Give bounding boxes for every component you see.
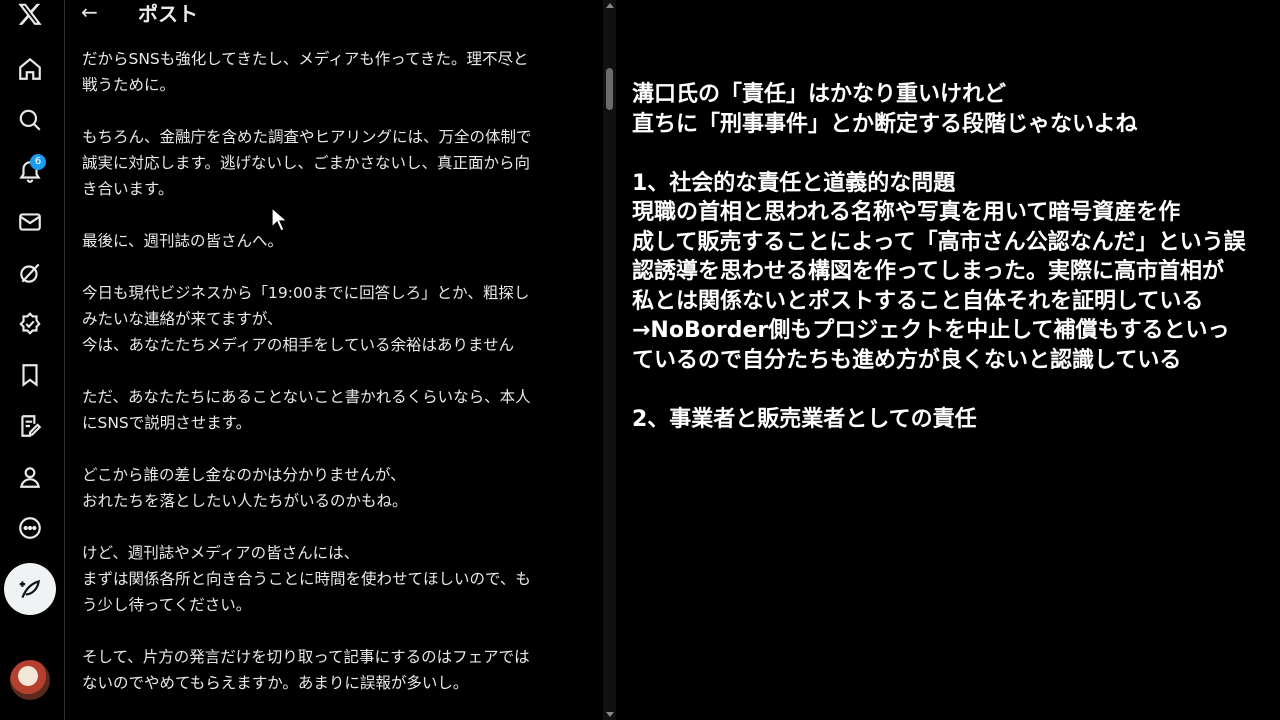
- messages-icon[interactable]: [14, 206, 46, 238]
- notification-badge: 6: [30, 154, 46, 170]
- post-line: みたいな連絡が来てますが、: [82, 310, 283, 328]
- post-line: 最後に、週刊誌の皆さんへ。: [82, 232, 284, 250]
- verified-icon[interactable]: [14, 308, 46, 340]
- post-paragraph: 最後に、週刊誌の皆さんへ。: [82, 228, 592, 254]
- note-line: 溝口氏の「責任」はかなり重いけれど: [632, 82, 1007, 107]
- post-paragraph: ただ、あなたたちにあることないこと書かれるくらいなら、本人 にSNSで説明させます…: [82, 384, 592, 436]
- note-line: 認誘導を思わせる構図を作ってしまった。実際に高市首相が: [632, 259, 1225, 284]
- post-text: だからSNSも強化してきたし、メディアも作ってきた。理不尽と 戦うために。もちろん…: [82, 46, 592, 720]
- post-line: もちろん、金融庁を含めた調査やヒアリングには、万全の体制で: [82, 128, 532, 146]
- post-line: にSNSで説明させます。: [82, 414, 252, 432]
- post-paragraph: 今日も現代ビジネスから「19:00までに回答しろ」とか、粗探し みたいな連絡が来て…: [82, 280, 592, 358]
- sidebar-nav: 6: [0, 0, 65, 720]
- scrollbar-thumb[interactable]: [606, 68, 613, 110]
- post-paragraph: もちろん、金融庁を含めた調査やヒアリングには、万全の体制で 誠実に対応します。逃げ…: [82, 124, 592, 202]
- post-header: ← ポスト: [65, 0, 603, 30]
- post-line: 今は、あなたたちメディアの相手をしている余裕はありません: [82, 336, 514, 354]
- post-line: そして、片方の発言だけを切り取って記事にするのはフェアでは: [82, 648, 530, 666]
- note-line: 現職の首相と思われる名称や写真を用いて暗号資産を作: [632, 200, 1181, 225]
- profile-icon[interactable]: [14, 461, 46, 493]
- post-paragraph: だからSNSも強化してきたし、メディアも作ってきた。理不尽と 戦うために。: [82, 46, 592, 98]
- post-line: まずは関係各所と向き合うことに時間を使わせてほしいので、も: [82, 570, 531, 588]
- post-line: 誠実に対応します。逃げないし、ごまかさないし、真正面から向: [82, 154, 530, 172]
- scroll-down-arrow-icon[interactable]: [606, 712, 614, 717]
- post-line: だからSNSも強化してきたし、メディアも作ってきた。理不尽と: [82, 50, 529, 68]
- note-line: ているので自分たちも進め方が良くないと認識している: [632, 347, 1182, 373]
- post-paragraph: どこから誰の差し金なのかは分かりませんが、 おれたちを落としたい人たちがいるのかも…: [82, 462, 592, 514]
- post-line: き合います。: [82, 180, 174, 198]
- post-line: う少し待ってください。: [82, 596, 252, 614]
- bookmarks-icon[interactable]: [14, 359, 46, 391]
- back-arrow-icon[interactable]: ←: [81, 0, 98, 24]
- note-line: 2、事業者と販売業者としての責任: [632, 406, 977, 432]
- note-line: 成して販売することによって「高市さん公認なんだ」という誤: [632, 229, 1246, 255]
- post-line: 今日も現代ビジネスから「19:00までに回答しろ」とか、粗探し: [82, 284, 530, 302]
- post-line: 戦うために。: [82, 76, 176, 94]
- note-line: [632, 375, 1277, 405]
- x-logo-icon[interactable]: [14, 0, 46, 30]
- mouse-cursor-icon: [271, 207, 289, 232]
- more-icon[interactable]: [14, 512, 46, 544]
- grok-icon[interactable]: [14, 257, 46, 289]
- note-line: [632, 139, 1277, 169]
- notes-text: 溝口氏の「責任」はかなり重いけれど直ちに「刑事事件」とか断定する段階じゃないよね…: [632, 80, 1277, 434]
- account-avatar[interactable]: [10, 660, 50, 700]
- note-line: 直ちに「刑事事件」とか断定する段階じゃないよね: [632, 111, 1138, 137]
- note-line: →NoBorder側もプロジェクトを中止して補償もするといっ: [632, 318, 1230, 343]
- post-paragraph: けど、週刊誌やメディアの皆さんには、まずは関係各所と向き合うことに時間を使わせて…: [82, 540, 592, 618]
- articles-icon[interactable]: [14, 410, 46, 442]
- post-line: おれたちを落としたい人たちがいるのかもね。: [82, 492, 408, 510]
- post-line: けど、週刊誌やメディアの皆さんには、: [82, 544, 360, 562]
- post-line: どこから誰の差し金なのかは分かりませんが、: [82, 466, 406, 484]
- note-line: 1、社会的な責任と道義的な問題: [632, 170, 956, 196]
- post-paragraph: そして、片方の発言だけを切り取って記事にするのはフェアでは ないのでやめてもらえま…: [82, 644, 592, 696]
- home-icon[interactable]: [14, 53, 46, 85]
- notes-panel: 溝口氏の「責任」はかなり重いけれど直ちに「刑事事件」とか断定する段階じゃないよね…: [617, 0, 1280, 720]
- compose-post-button[interactable]: [4, 563, 56, 615]
- post-line: ないのでやめてもらえますか。あまりに誤報が多いし。: [82, 674, 469, 692]
- post-line: ただ、あなたたちにあることないこと書かれるくらいなら、本人: [82, 388, 531, 406]
- note-line: 私とは関係ないとポストすること自体それを証明している: [632, 288, 1204, 314]
- feather-plus-icon: [19, 579, 40, 599]
- post-detail-panel: ← ポスト だからSNSも強化してきたし、メディアも作ってきた。理不尽と 戦うため…: [65, 0, 603, 720]
- search-icon[interactable]: [14, 104, 46, 136]
- scroll-up-arrow-icon[interactable]: [606, 3, 614, 8]
- page-title: ポスト: [138, 2, 198, 26]
